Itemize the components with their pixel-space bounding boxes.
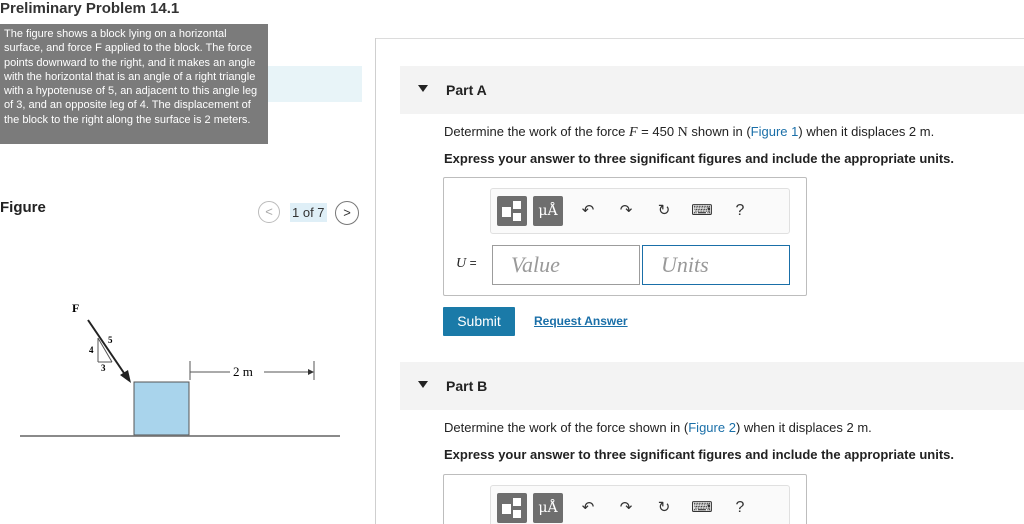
- figure-next-button[interactable]: >: [335, 201, 359, 225]
- figure-prev-button[interactable]: <: [258, 201, 280, 223]
- fraction-template-button[interactable]: [497, 196, 527, 226]
- part-b-answer-box: μÅ ↶ ↷ ↻ ⌨ ?: [443, 474, 807, 524]
- answer-variable: U: [456, 256, 467, 271]
- part-b-title: Part B: [446, 378, 488, 394]
- reset-icon[interactable]: ↻: [649, 196, 679, 226]
- figure-counter: 1 of 7: [290, 203, 327, 222]
- math-toolbar: μÅ ↶ ↷ ↻ ⌨ ?: [490, 485, 790, 524]
- math-toolbar: μÅ ↶ ↷ ↻ ⌨ ?: [490, 188, 790, 234]
- value-input[interactable]: Value: [492, 245, 640, 285]
- part-b-header[interactable]: Part B: [400, 362, 1024, 410]
- figure-diagram: F 4 3 5 2 m: [20, 301, 340, 437]
- force-arrowhead: [120, 370, 131, 383]
- fraction-template-button[interactable]: [497, 493, 527, 523]
- figure-label: Figure: [0, 199, 46, 216]
- block: [133, 381, 190, 436]
- force-arrow-line: [87, 319, 127, 377]
- undo-icon[interactable]: ↶: [573, 493, 603, 523]
- force-label: F: [72, 301, 79, 315]
- triangle-label-3: 3: [101, 363, 106, 373]
- help-icon[interactable]: ?: [725, 493, 755, 523]
- units-template-button[interactable]: μÅ: [533, 196, 563, 226]
- collapse-caret-icon[interactable]: [418, 85, 428, 92]
- answer-variable-label: U =: [456, 256, 477, 272]
- part-a-question: Determine the work of the force F = 450 …: [444, 124, 934, 141]
- question-variable: F: [628, 125, 638, 140]
- units-template-button[interactable]: μÅ: [533, 493, 563, 523]
- panel-divider: [375, 38, 376, 524]
- figure-2-link[interactable]: Figure 2: [688, 420, 736, 435]
- question-text: Determine the work of the force: [444, 124, 629, 139]
- help-icon[interactable]: ?: [725, 196, 755, 226]
- displacement-label: 2 m: [233, 364, 253, 379]
- question-text-mid: shown in (: [687, 124, 751, 139]
- part-a-title: Part A: [446, 82, 487, 98]
- question-text-suffix: ) when it displaces 2 m.: [735, 420, 872, 435]
- fraction-template-icon: [502, 498, 521, 518]
- part-b-instruction: Express your answer to three significant…: [444, 447, 954, 462]
- equals-sign: =: [469, 256, 477, 270]
- submit-button[interactable]: Submit: [443, 307, 515, 336]
- part-a-answer-box: μÅ ↶ ↷ ↻ ⌨ ? U = Value Units: [443, 177, 807, 296]
- part-a-instruction: Express your answer to three significant…: [444, 151, 954, 166]
- keyboard-icon[interactable]: ⌨: [687, 196, 717, 226]
- dim-arrowhead: [308, 369, 314, 375]
- redo-icon[interactable]: ↷: [611, 493, 641, 523]
- triangle-label-5: 5: [108, 335, 113, 345]
- triangle-label-4: 4: [89, 345, 94, 355]
- question-text-suffix: ) when it displaces 2 m.: [798, 124, 935, 139]
- figure-1-link[interactable]: Figure 1: [751, 124, 799, 139]
- part-a-header[interactable]: Part A: [400, 66, 1024, 114]
- fraction-template-icon: [502, 201, 521, 221]
- top-divider: [376, 38, 1024, 39]
- undo-icon[interactable]: ↶: [573, 196, 603, 226]
- question-unit: N: [677, 125, 688, 140]
- question-text: Determine the work of the force shown in…: [444, 420, 689, 435]
- part-b-question: Determine the work of the force shown in…: [444, 420, 872, 435]
- reset-icon[interactable]: ↻: [649, 493, 679, 523]
- redo-icon[interactable]: ↷: [611, 196, 641, 226]
- units-input[interactable]: Units: [642, 245, 790, 285]
- question-value: = 450: [637, 124, 678, 139]
- collapse-caret-icon[interactable]: [418, 381, 428, 388]
- request-answer-link[interactable]: Request Answer: [534, 314, 628, 328]
- keyboard-icon[interactable]: ⌨: [687, 493, 717, 523]
- figure-description-tooltip: The figure shows a block lying on a hori…: [0, 24, 268, 144]
- page-title: Preliminary Problem 14.1: [0, 0, 180, 17]
